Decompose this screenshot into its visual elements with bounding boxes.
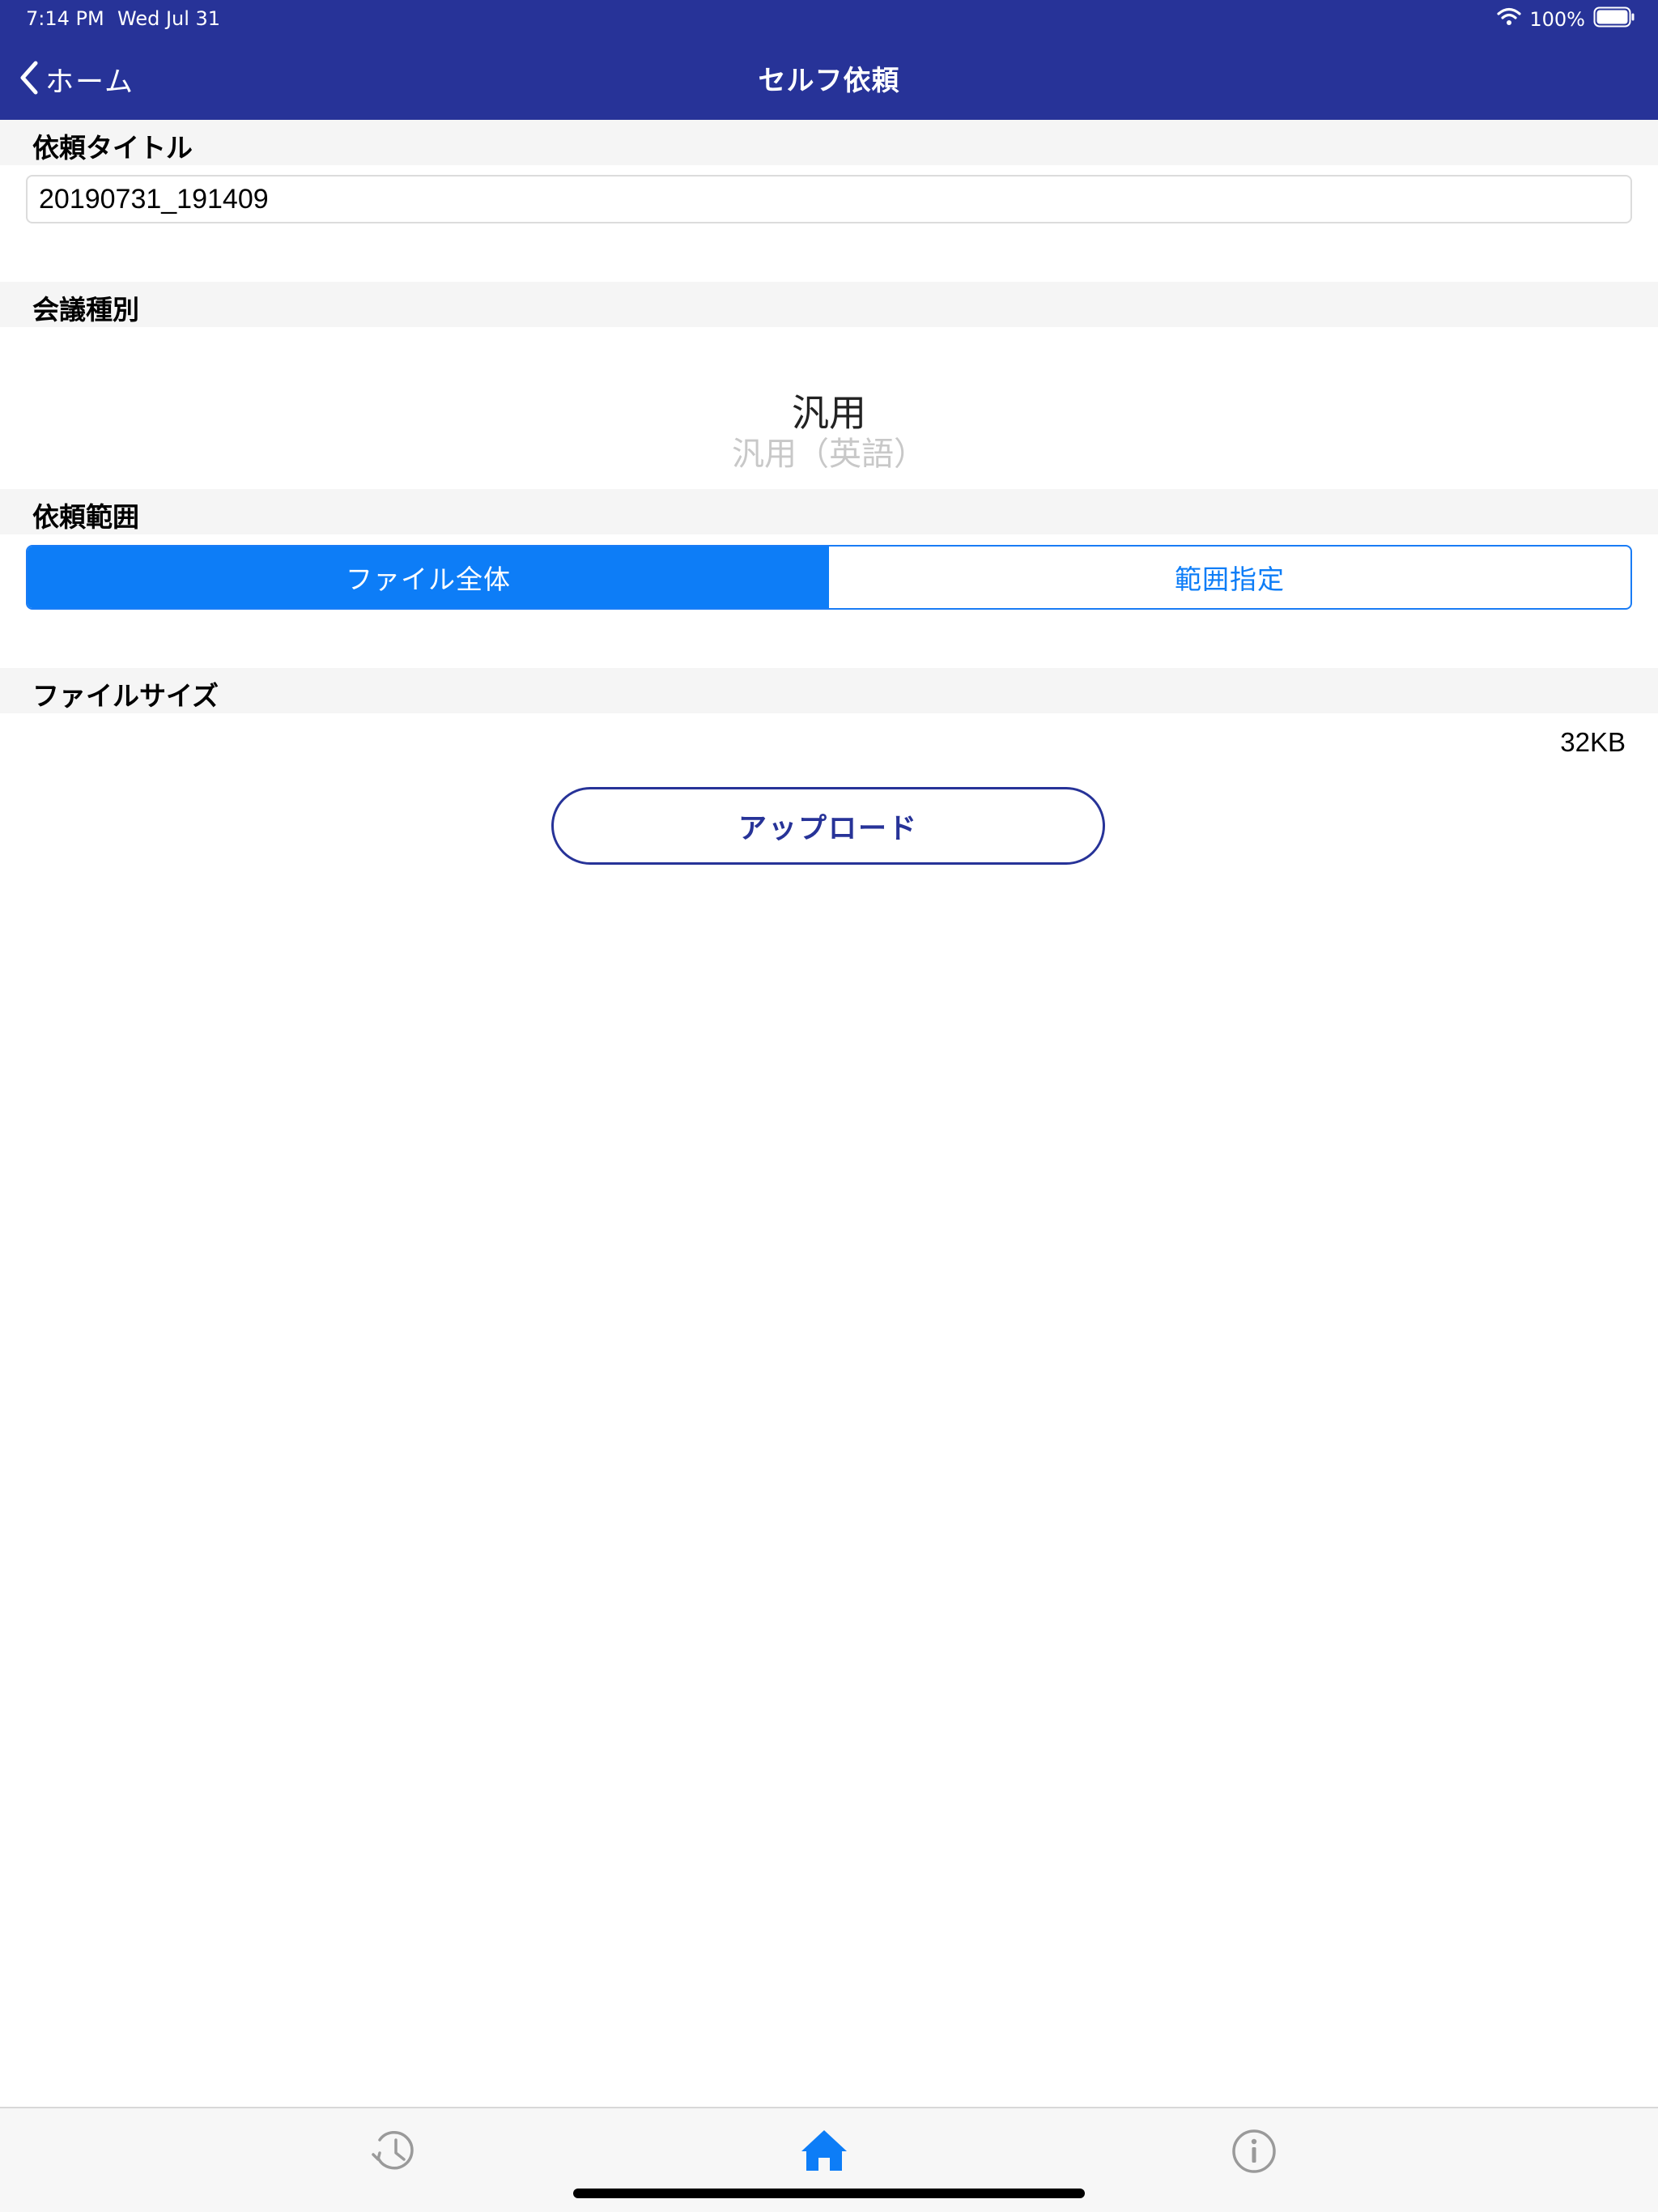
picker-next-option[interactable]: 汎用（英語） (0, 428, 1658, 474)
file-size-value: 32KB (1560, 727, 1626, 757)
section-header-label: 依頼タイトル (32, 132, 193, 164)
status-time: 7:14 PM (26, 7, 104, 30)
page-title: セルフ依頼 (758, 65, 900, 97)
tab-history[interactable] (366, 2125, 423, 2181)
info-icon (1228, 2125, 1280, 2180)
request-scope-segmented-control: ファイル全体 範囲指定 (26, 545, 1632, 610)
section-header-request-scope: 依頼範囲 (0, 489, 1658, 534)
section-header-meeting-type: 会議種別 (0, 282, 1658, 327)
section-header-label: 依頼範囲 (32, 501, 139, 533)
tab-home[interactable] (796, 2125, 852, 2181)
section-header-request-title: 依頼タイトル (0, 120, 1658, 165)
home-indicator (573, 2189, 1085, 2198)
section-header-label: 会議種別 (32, 294, 139, 325)
navigation-bar: ホーム セルフ依頼 (0, 39, 1658, 120)
home-icon (798, 2125, 850, 2180)
section-header-label: ファイルサイズ (32, 680, 219, 712)
segment-range[interactable]: 範囲指定 (829, 547, 1630, 608)
tab-info[interactable] (1226, 2125, 1282, 2181)
battery-icon (1593, 6, 1635, 32)
status-indicators: 100% (1497, 6, 1635, 32)
segment-whole-file[interactable]: ファイル全体 (28, 547, 829, 608)
section-header-file-size: ファイルサイズ (0, 668, 1658, 713)
battery-percent: 100% (1529, 8, 1585, 31)
status-date: Wed Jul 31 (117, 7, 221, 30)
status-bar: 7:14 PM Wed Jul 31 100% (0, 0, 1658, 39)
meeting-type-picker[interactable]: 汎用 汎用（英語） (0, 327, 1658, 486)
request-title-input[interactable] (26, 175, 1632, 223)
wifi-icon (1497, 7, 1521, 32)
history-clock-icon (368, 2125, 420, 2180)
upload-button[interactable]: アップロード (551, 787, 1105, 865)
